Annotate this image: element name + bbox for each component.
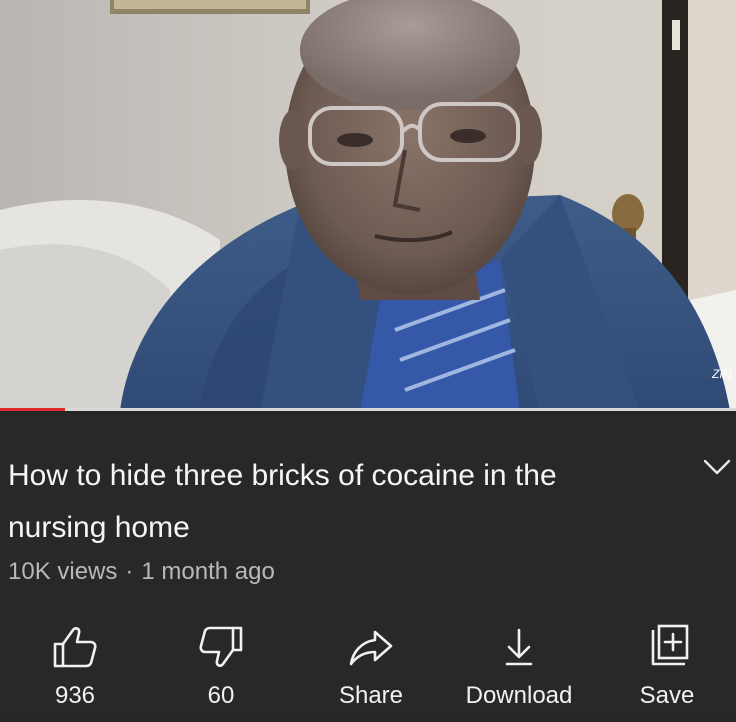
like-count: 936 bbox=[54, 682, 96, 709]
video-title[interactable]: How to hide three bricks of cocaine in t… bbox=[8, 450, 628, 554]
meta-separator: · bbox=[125, 558, 134, 585]
dislike-button[interactable]: 60 bbox=[146, 612, 296, 722]
svg-text:ZIN: ZIN bbox=[711, 367, 732, 381]
share-icon bbox=[349, 630, 393, 666]
save-playlist-icon bbox=[651, 624, 689, 666]
expand-description-button[interactable] bbox=[702, 456, 732, 478]
chevron-down-icon bbox=[703, 459, 731, 475]
like-button[interactable]: 936 bbox=[0, 612, 150, 722]
view-count: 10K views bbox=[8, 558, 118, 585]
video-player[interactable]: ZIN bbox=[0, 0, 736, 411]
video-frame: ZIN bbox=[0, 0, 736, 411]
download-label: Download bbox=[465, 682, 573, 709]
video-info-panel: How to hide three bricks of cocaine in t… bbox=[0, 414, 736, 719]
download-button[interactable]: Download bbox=[444, 612, 594, 722]
download-icon bbox=[505, 628, 533, 666]
upload-age: 1 month ago bbox=[141, 558, 275, 585]
save-button[interactable]: Save bbox=[592, 612, 736, 722]
progress-bar-played bbox=[0, 408, 65, 411]
video-meta: 10K views · 1 month ago bbox=[8, 558, 275, 586]
thumbs-up-icon bbox=[53, 627, 97, 668]
dislike-count: 60 bbox=[207, 682, 235, 709]
save-label: Save bbox=[639, 682, 695, 709]
thumbs-down-icon bbox=[199, 626, 243, 667]
progress-bar[interactable] bbox=[0, 408, 736, 411]
share-button[interactable]: Share bbox=[296, 612, 446, 722]
action-bar: 936 60 Share Download Save bbox=[0, 612, 736, 722]
share-label: Share bbox=[338, 682, 404, 709]
